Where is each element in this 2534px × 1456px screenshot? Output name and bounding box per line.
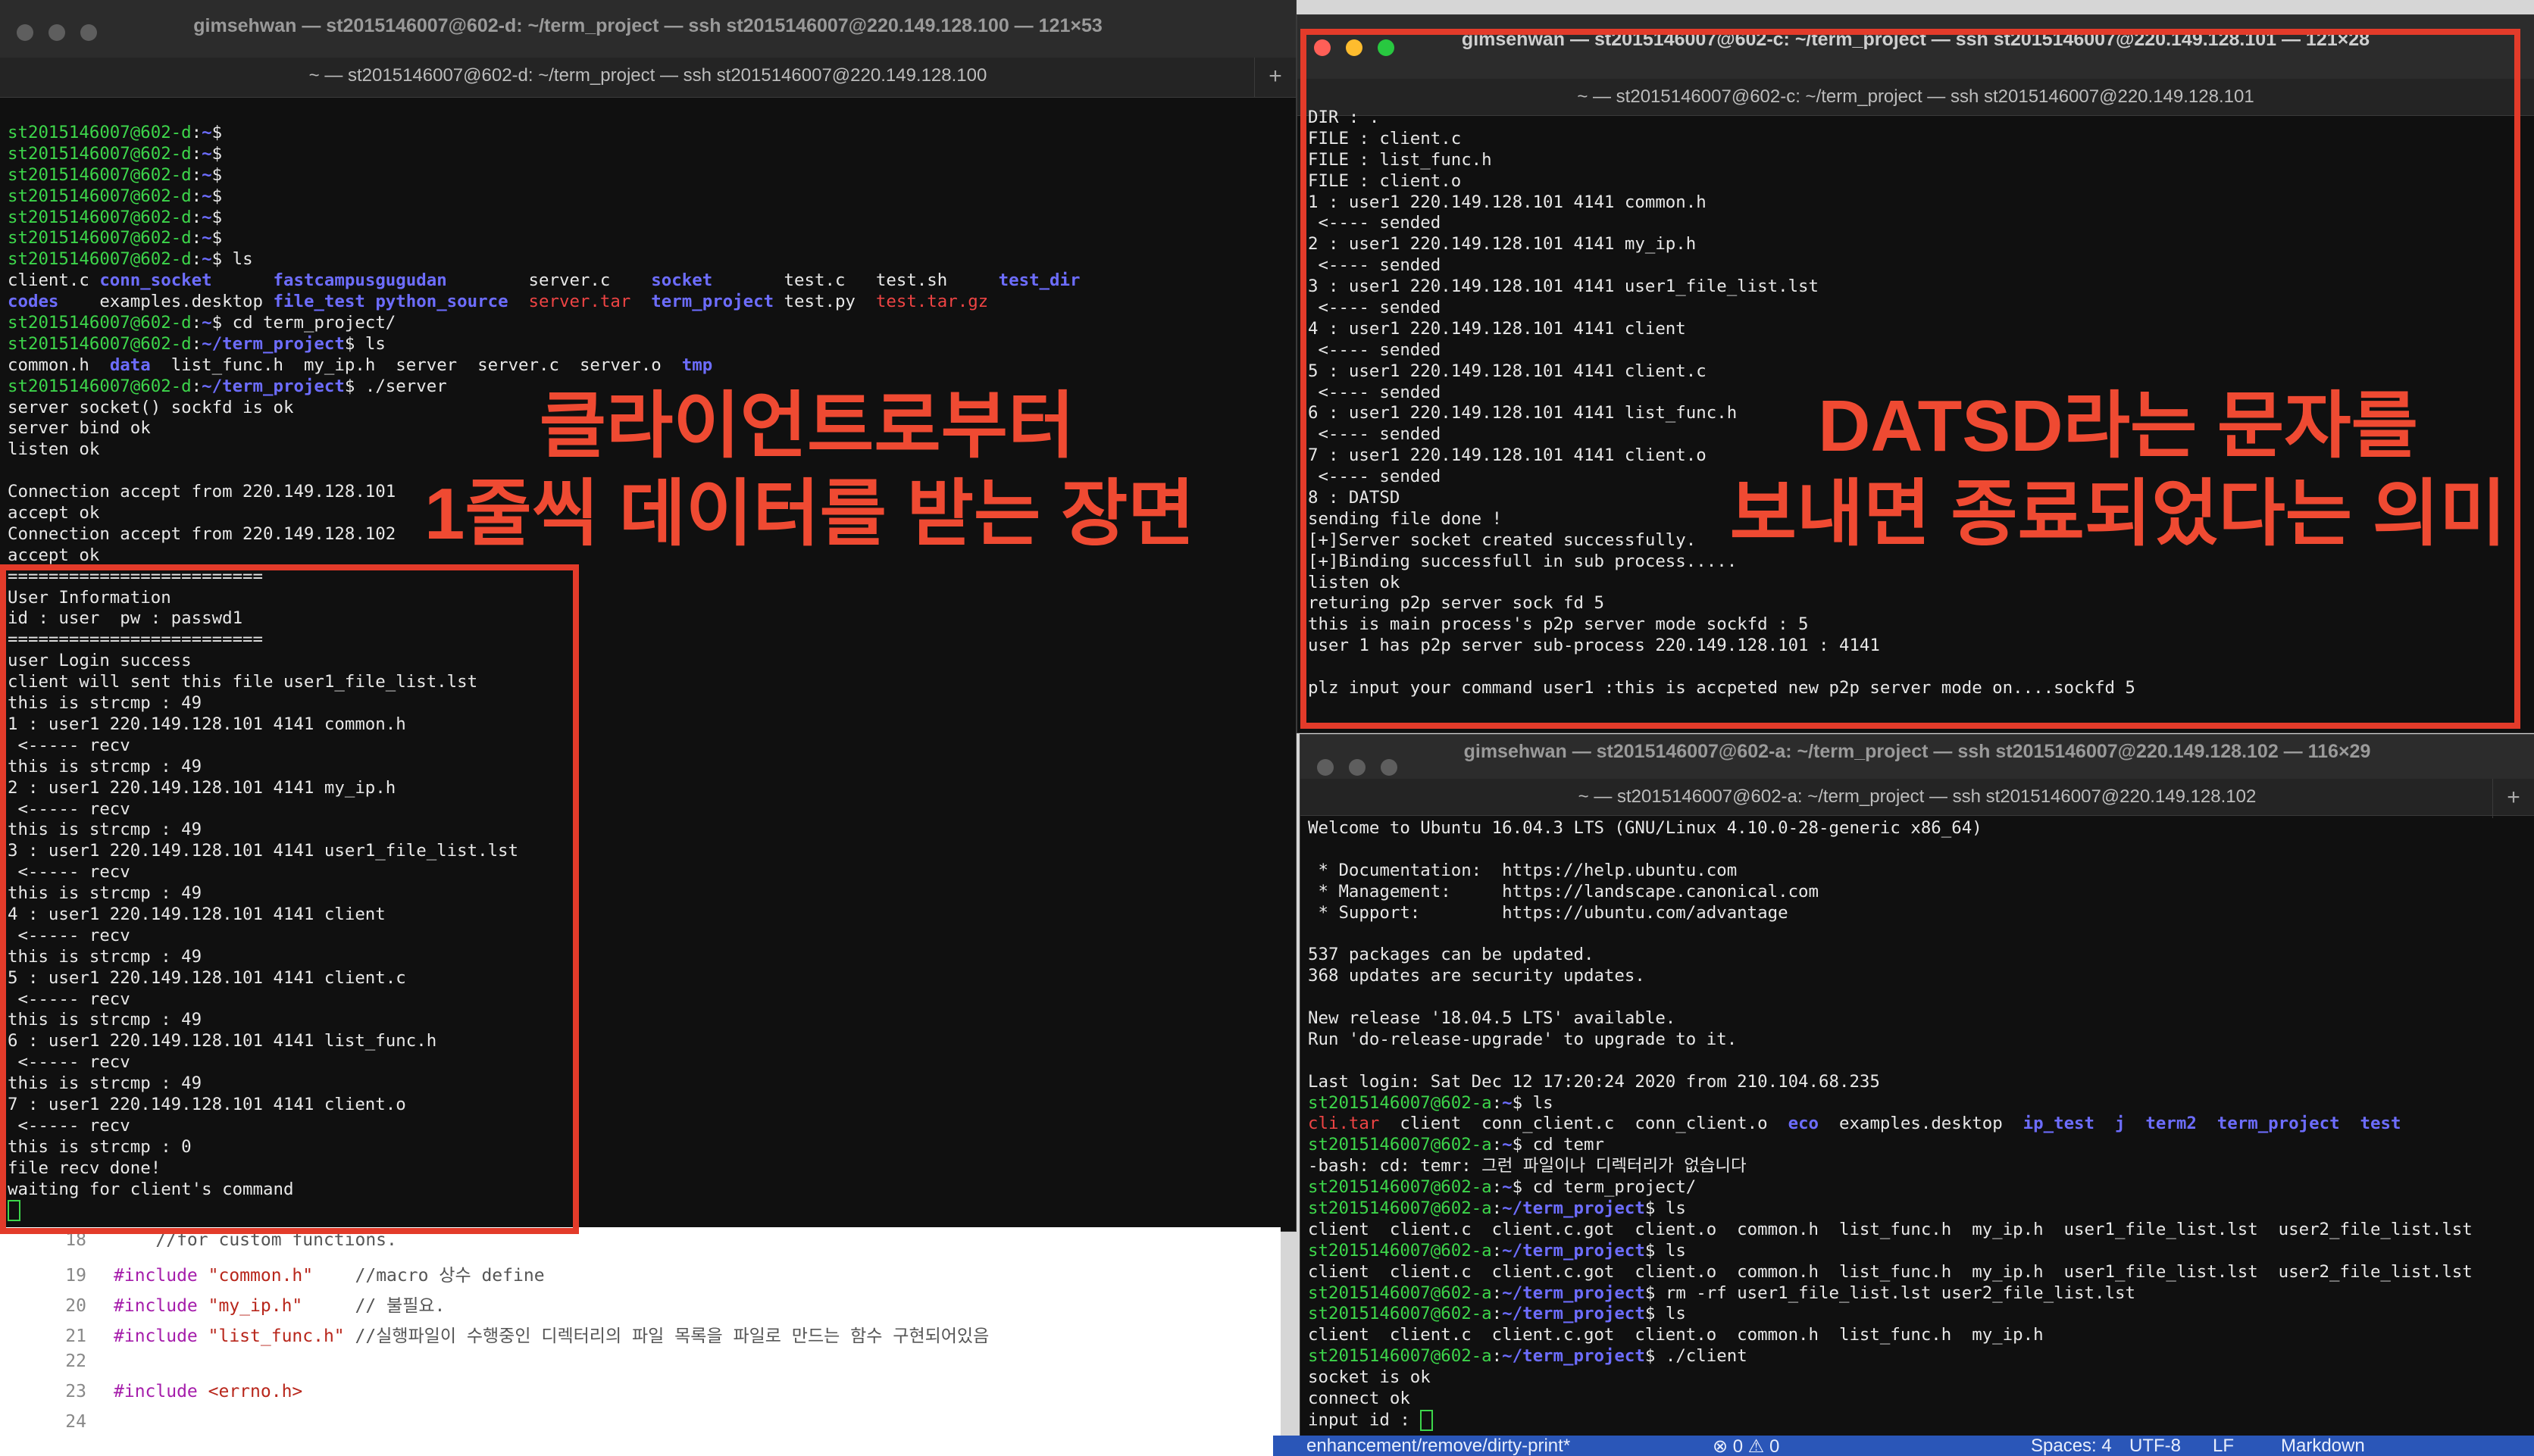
prompt-line: st2015146007@602-d:~$	[8, 207, 223, 227]
output-line: Run 'do-release-upgrade' to upgrade to i…	[1308, 1029, 1738, 1049]
editor-line[interactable]: 23 #include <errno.h>	[0, 1382, 302, 1412]
tab-title[interactable]: ~ — st2015146007@602-d: ~/term_project —…	[0, 65, 1296, 86]
prompt-line: st2015146007@602-d:~/term_project$ ls	[8, 333, 386, 354]
annotation-right-line2: 보내면 종료되었다는 의미	[1729, 473, 2507, 555]
terminal-cursor	[1420, 1409, 1434, 1431]
prompt-line: st2015146007@602-a:~/term_project$ ls	[1308, 1240, 1686, 1261]
language-mode[interactable]: Markdown	[2281, 1436, 2365, 1456]
problems-indicator[interactable]: ⊗ 0 ⚠ 0	[1713, 1436, 1779, 1456]
highlight-box-right	[1300, 29, 2520, 729]
prompt-line: st2015146007@602-a:~$ cd temr	[1308, 1135, 1604, 1155]
terminal-window-client-a[interactable]: gimsehwan — st2015146007@602-a: ~/term_p…	[1300, 735, 2534, 1436]
annotation-left-line2: 1줄씩 데이터를 받는 장면	[424, 473, 1195, 555]
branch-label[interactable]: enhancement/remove/dirty-print*	[1306, 1436, 1570, 1456]
editor-line[interactable]: 19 #include "common.h" //macro 상수 define	[0, 1261, 544, 1291]
prompt-line: st2015146007@602-d:~$ cd term_project/	[8, 313, 396, 333]
output-line: Welcome to Ubuntu 16.04.3 LTS (GNU/Linux…	[1308, 818, 1982, 838]
prompt-line: st2015146007@602-a:~/term_project$ ./cli…	[1308, 1346, 1747, 1367]
editor-line[interactable]: 22	[0, 1351, 114, 1382]
prompt-line: st2015146007@602-d:~$	[8, 123, 223, 142]
output-line: socket is ok	[1308, 1367, 1431, 1388]
window-title: gimsehwan — st2015146007@602-d: ~/term_p…	[193, 15, 1103, 36]
output-line: * Management: https://landscape.canonica…	[1308, 881, 1819, 901]
tab-bar: ~ — st2015146007@602-a: ~/term_project —…	[1300, 779, 2534, 818]
prompt-line: st2015146007@602-d:~$	[8, 186, 223, 206]
editor-line[interactable]: 18 //for custom functions.	[0, 1230, 397, 1261]
annotation-right-line1: DATSD라는 문자를	[1818, 386, 2418, 467]
tab-title[interactable]: ~ — st2015146007@602-a: ~/term_project —…	[1300, 786, 2534, 808]
output-line: * Support: https://ubuntu.com/advantage	[1308, 902, 1788, 923]
prompt-line: st2015146007@602-d:~$	[8, 143, 223, 164]
eol-setting[interactable]: LF	[2213, 1436, 2234, 1456]
status-bar: enhancement/remove/dirty-print* ⊗ 0 ⚠ 0 …	[1273, 1436, 2534, 1456]
prompt-line: st2015146007@602-a:~/term_project$ ls	[1308, 1304, 1686, 1324]
output-line: Last login: Sat Dec 12 17:20:24 2020 fro…	[1308, 1071, 1880, 1092]
editor-line[interactable]: 21 #include "list_func.h" //실행파일이 수행중인 디렉…	[0, 1321, 989, 1351]
tab-bar: ~ — st2015146007@602-d: ~/term_project —…	[0, 58, 1296, 98]
prompt-line: st2015146007@602-a:~$ ls	[1308, 1092, 1553, 1113]
ls-output: common.h data list_func.h my_ip.h server…	[8, 355, 723, 375]
annotation-left-line1: 클라이언트로부터	[539, 386, 1075, 467]
new-tab-button[interactable]: +	[2492, 779, 2534, 818]
output-line: input id :	[1308, 1409, 2526, 1431]
highlight-box-left	[0, 564, 579, 1234]
output-line: 368 updates are security updates.	[1308, 966, 1645, 986]
titlebar[interactable]: gimsehwan — st2015146007@602-d: ~/term_p…	[0, 0, 1296, 64]
terminal-output[interactable]: Welcome to Ubuntu 16.04.3 LTS (GNU/Linux…	[1308, 818, 2526, 1431]
new-tab-button[interactable]: +	[1254, 58, 1296, 97]
output-line: * Documentation: https://help.ubuntu.com	[1308, 860, 1738, 880]
output-line: New release '18.04.5 LTS' available.	[1308, 1008, 1676, 1029]
prompt-line: st2015146007@602-a:~/term_project$ rm -r…	[1308, 1283, 2135, 1303]
encoding-setting[interactable]: UTF-8	[2129, 1436, 2181, 1456]
editor-line[interactable]: 20 #include "my_ip.h" // 불필요.	[0, 1291, 445, 1321]
output-line: connect ok	[1308, 1389, 1410, 1409]
ls-output: client client.c client.c.got client.o co…	[1308, 1325, 2044, 1345]
prompt-line: st2015146007@602-d:~$	[8, 164, 223, 185]
ls-output: client.c conn_socket fastcampusgugudan s…	[8, 270, 1090, 291]
prompt-line: st2015146007@602-a:~/term_project$ ls	[1308, 1198, 1686, 1219]
output-line: 537 packages can be updated.	[1308, 945, 1594, 965]
ls-output: cli.tar client conn_client.c conn_client…	[1308, 1114, 2401, 1134]
prompt-line: st2015146007@602-a:~$ cd term_project/	[1308, 1177, 1697, 1198]
editor-line[interactable]: 24	[0, 1412, 114, 1442]
indent-setting[interactable]: Spaces: 4	[2031, 1436, 2112, 1456]
window-title: gimsehwan — st2015146007@602-a: ~/term_p…	[1463, 741, 2371, 762]
prompt-line: st2015146007@602-d:~$ ls	[8, 249, 253, 270]
annotation-left: 클라이언트로부터 1줄씩 데이터를 받는 장면	[424, 383, 1195, 558]
ls-output: client client.c client.c.got client.o co…	[1308, 1261, 2473, 1282]
annotation-right: DATSD라는 문자를 보내면 종료되었다는 의미	[1705, 383, 2531, 558]
output-line: -bash: cd: temr: 그런 파일이나 디렉터리가 없습니다	[1308, 1156, 1747, 1176]
ls-output: codes examples.desktop file_test python_…	[8, 292, 999, 312]
prompt-line: st2015146007@602-d:~$	[8, 228, 223, 248]
ls-output: client client.c client.c.got client.o co…	[1308, 1219, 2473, 1239]
code-editor[interactable]: 18 //for custom functions. 19 #include "co…	[0, 1227, 1281, 1456]
